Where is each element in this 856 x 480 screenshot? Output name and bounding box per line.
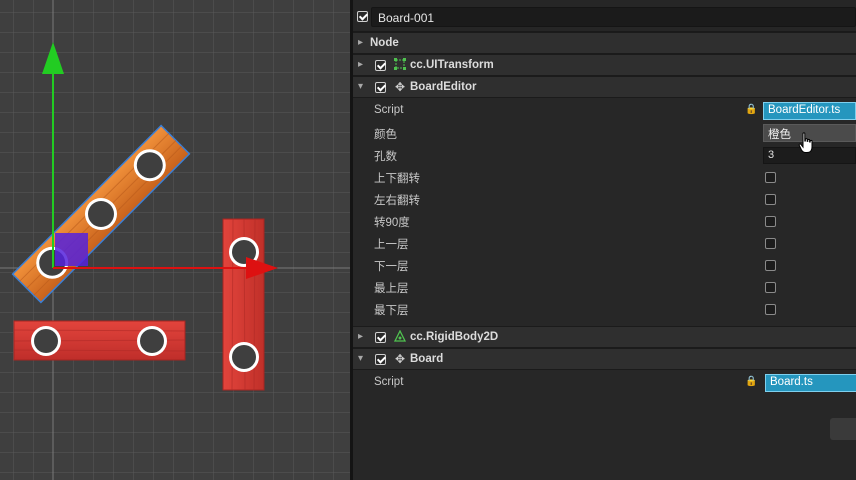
section-uitransform[interactable]: ▸ cc.UITransform	[353, 54, 856, 76]
prop-board-script-label: Script	[374, 376, 404, 388]
board-red-vertical[interactable]	[222, 218, 265, 391]
prop-flip-horizontal-label: 左右翻转	[374, 195, 420, 207]
inspector-panel: Board-001 ▸ Node ▸ cc.UITransform ▾ ✥ Bo…	[353, 0, 856, 480]
layer-down-checkbox[interactable]	[765, 260, 776, 271]
hand-cursor-icon	[798, 132, 813, 153]
script-asset-field[interactable]: BoardEditor.ts	[763, 102, 856, 120]
prop-layer-top-label: 最上层	[374, 283, 409, 295]
section-uitransform-title: cc.UITransform	[410, 59, 494, 71]
puzzle-icon: ✥	[394, 352, 406, 366]
prop-flip-vertical: 上下翻转	[353, 166, 856, 188]
chevron-right-icon[interactable]: ▸	[358, 331, 363, 342]
section-board[interactable]: ▾ ✥ Board	[353, 348, 856, 370]
node-name-field[interactable]: Board-001	[371, 7, 856, 27]
section-boardeditor[interactable]: ▾ ✥ BoardEditor	[353, 76, 856, 98]
rotate-90-checkbox[interactable]	[765, 216, 776, 227]
prop-color: 颜色 橙色	[353, 122, 856, 144]
rigidbody2d-enabled-checkbox[interactable]	[375, 332, 386, 343]
uitransform-enabled-checkbox[interactable]	[375, 60, 386, 71]
prop-rotate-90-label: 转90度	[374, 217, 410, 229]
layer-top-checkbox[interactable]	[765, 282, 776, 293]
flip-horizontal-checkbox[interactable]	[765, 194, 776, 205]
section-rigidbody2d-title: cc.RigidBody2D	[410, 331, 499, 343]
section-rigidbody2d[interactable]: ▸ cc.RigidBody2D	[353, 326, 856, 348]
node-active-checkbox[interactable]	[357, 11, 368, 22]
prop-holes: 孔数 3	[353, 144, 856, 166]
section-node-title: Node	[370, 37, 399, 49]
board-script-asset-field[interactable]: Board.ts	[765, 374, 856, 392]
lock-icon: 🔒	[745, 376, 758, 387]
node-header: Board-001	[353, 0, 856, 32]
section-board-title: Board	[410, 353, 444, 365]
prop-script: Script 🔒 BoardEditor.ts	[353, 100, 856, 122]
prop-flip-vertical-label: 上下翻转	[374, 173, 420, 185]
board-red-horizontal[interactable]	[13, 320, 186, 361]
scene-canvas[interactable]	[0, 0, 350, 480]
prop-layer-up-label: 上一层	[374, 239, 409, 251]
chevron-right-icon[interactable]: ▸	[358, 59, 363, 70]
prop-color-label: 颜色	[374, 129, 397, 141]
prop-layer-bottom-label: 最下层	[374, 305, 409, 317]
prop-layer-top: 最上层	[353, 276, 856, 298]
section-boardeditor-title: BoardEditor	[410, 81, 477, 93]
lock-icon: 🔒	[745, 104, 758, 115]
layer-bottom-checkbox[interactable]	[765, 304, 776, 315]
board-enabled-checkbox[interactable]	[375, 354, 386, 365]
layer-up-checkbox[interactable]	[765, 238, 776, 249]
scene-view[interactable]	[0, 0, 350, 480]
prop-board-script: Script 🔒 Board.ts	[353, 372, 856, 394]
chevron-right-icon[interactable]: ▸	[358, 37, 363, 48]
flip-vertical-checkbox[interactable]	[765, 172, 776, 183]
boardeditor-enabled-checkbox[interactable]	[375, 82, 386, 93]
rigidbody-icon	[393, 329, 407, 344]
prop-layer-bottom: 最下层	[353, 298, 856, 320]
add-component-button[interactable]	[830, 418, 856, 440]
prop-layer-up: 上一层	[353, 232, 856, 254]
prop-script-label: Script	[374, 104, 404, 116]
transform-icon	[393, 58, 407, 72]
prop-holes-label: 孔数	[374, 151, 397, 163]
prop-layer-down: 下一层	[353, 254, 856, 276]
puzzle-icon: ✥	[394, 80, 406, 94]
prop-rotate-90: 转90度	[353, 210, 856, 232]
chevron-down-icon[interactable]: ▾	[358, 353, 363, 364]
gizmo-center-handle[interactable]	[55, 233, 88, 266]
section-node[interactable]: ▸ Node	[353, 32, 856, 54]
chevron-down-icon[interactable]: ▾	[358, 81, 363, 92]
prop-layer-down-label: 下一层	[374, 261, 409, 273]
prop-flip-horizontal: 左右翻转	[353, 188, 856, 210]
